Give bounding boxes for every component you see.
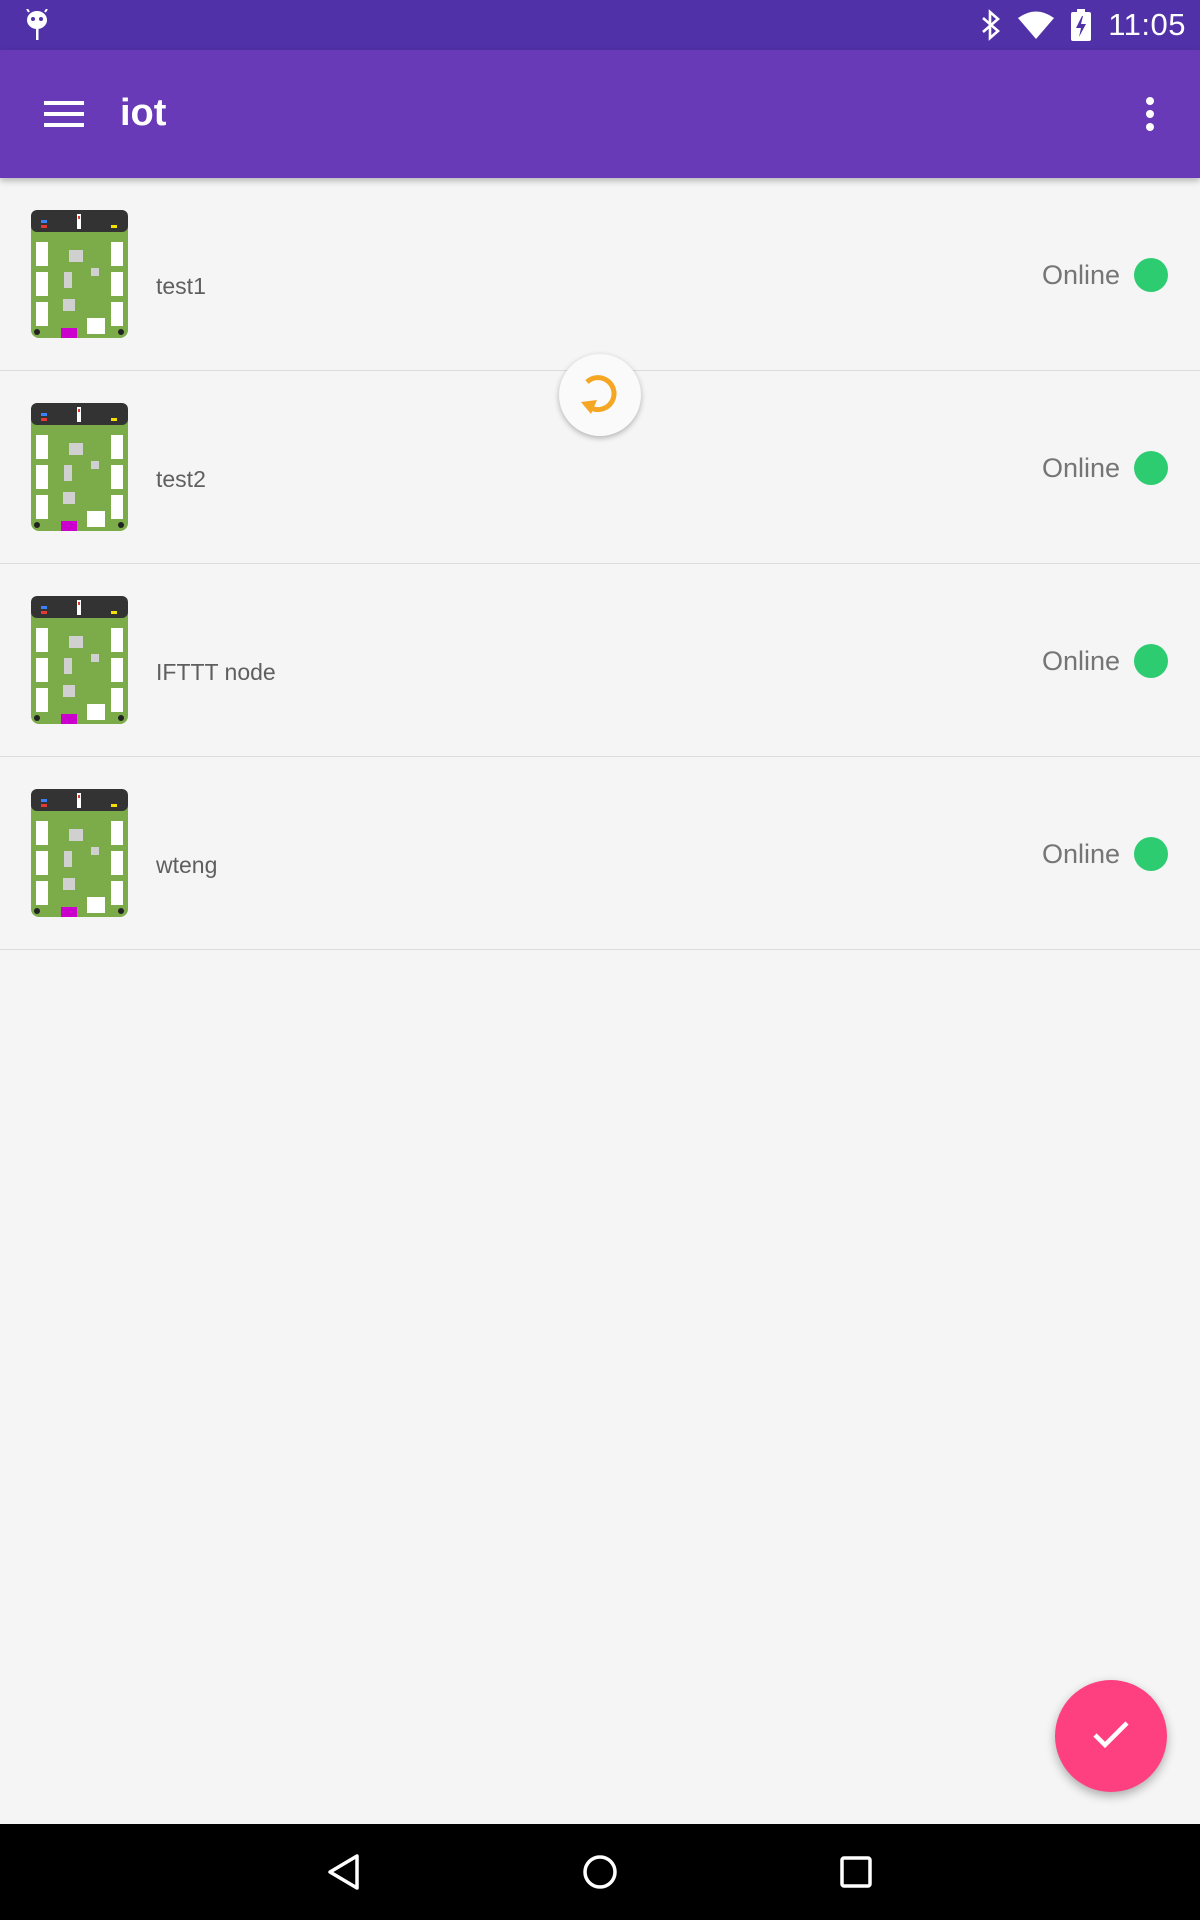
check-icon: [1091, 1718, 1131, 1755]
android-debug-icon: [24, 8, 50, 41]
device-status-label: Online: [1041, 453, 1120, 483]
device-board-icon: [31, 596, 128, 724]
confirm-fab[interactable]: [1055, 1680, 1167, 1792]
bluetooth-icon: [980, 9, 1002, 41]
screen: 11:05 iot test1 Online test2 Online IFTT…: [0, 0, 1200, 1920]
status-bar: 11:05: [0, 0, 1200, 50]
status-dot-icon: [1134, 451, 1168, 485]
device-board-icon: [31, 789, 128, 917]
device-name: wteng: [156, 852, 218, 878]
more-vert-icon[interactable]: [1120, 84, 1180, 144]
status-dot-icon: [1134, 258, 1168, 292]
device-row[interactable]: wteng Online: [0, 757, 1200, 950]
home-icon[interactable]: [570, 1842, 630, 1902]
device-board-icon: [31, 403, 128, 531]
device-name: test2: [156, 466, 206, 492]
recents-icon[interactable]: [826, 1842, 886, 1902]
refresh-indicator: [559, 354, 641, 436]
app-bar: iot: [0, 50, 1200, 178]
status-bar-clock: 11:05: [1108, 7, 1186, 42]
device-list: test1 Online test2 Online IFTTT node Onl…: [0, 178, 1200, 950]
battery-charging-icon: [1070, 9, 1092, 41]
refresh-icon: [577, 370, 623, 421]
device-status-label: Online: [1041, 646, 1120, 676]
device-name: IFTTT node: [156, 659, 276, 685]
wifi-icon: [1018, 11, 1055, 39]
device-row[interactable]: test1 Online: [0, 178, 1200, 371]
device-board-icon: [31, 210, 128, 338]
status-dot-icon: [1134, 837, 1168, 871]
page-title: iot: [120, 92, 167, 134]
back-icon[interactable]: [314, 1842, 374, 1902]
device-status-label: Online: [1041, 260, 1120, 290]
device-status-label: Online: [1041, 839, 1120, 869]
nav-bar: [0, 1824, 1200, 1920]
device-name: test1: [156, 273, 206, 299]
status-dot-icon: [1134, 644, 1168, 678]
hamburger-menu-icon[interactable]: [30, 84, 98, 144]
device-row[interactable]: IFTTT node Online: [0, 564, 1200, 757]
